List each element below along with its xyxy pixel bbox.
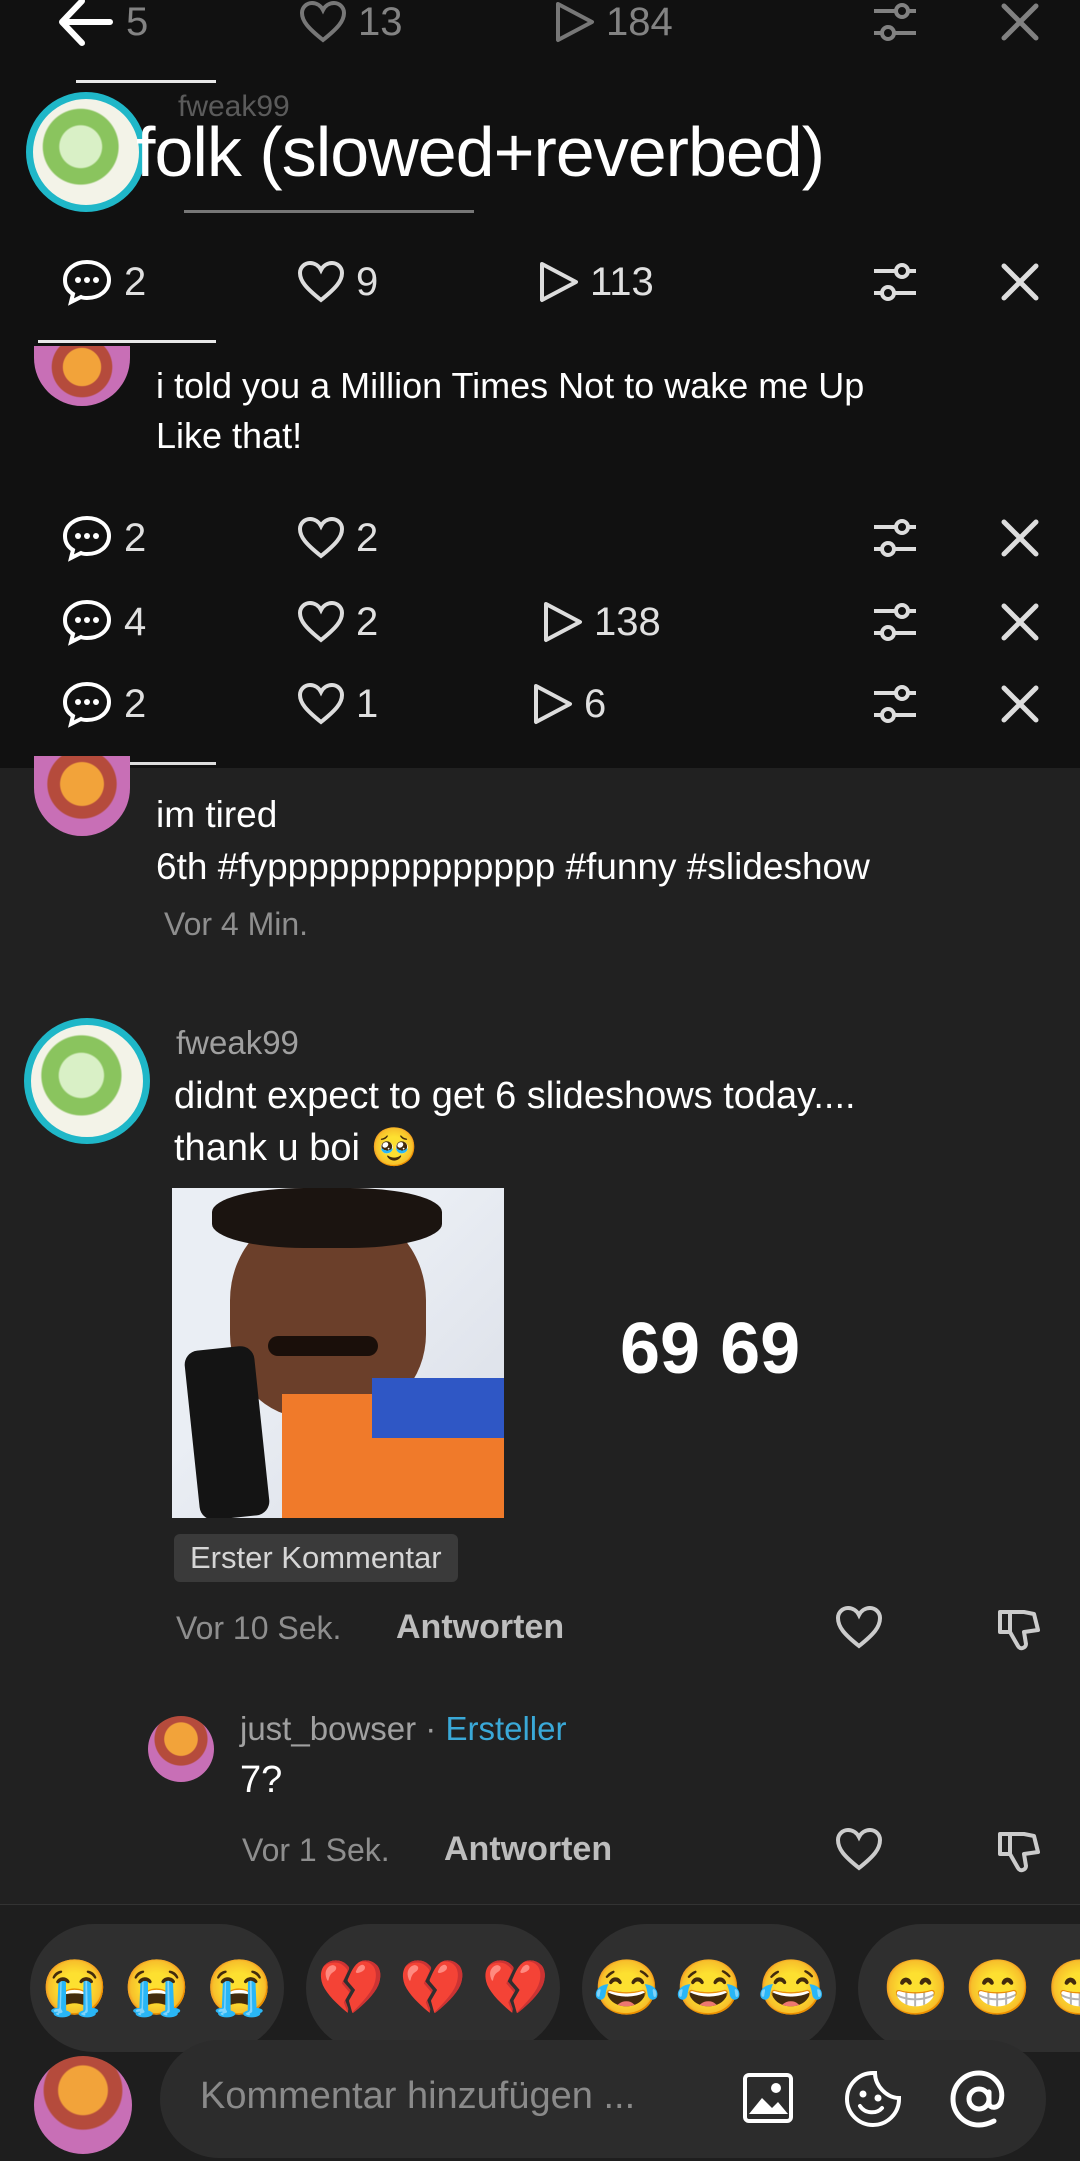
reply-time: Vor 1 Sek. bbox=[242, 1832, 390, 1868]
heart-icon[interactable] bbox=[834, 1826, 884, 1877]
commenter-avatar[interactable] bbox=[24, 1018, 150, 1144]
stacked-overlay: 5 13 184 fweak99 folk (slowed+reverbed) … bbox=[0, 0, 1080, 768]
like-stat[interactable]: 2 bbox=[296, 508, 378, 568]
comment-username[interactable]: fweak99 bbox=[176, 1024, 299, 1062]
heart-icon[interactable] bbox=[834, 1604, 884, 1655]
comment-input-placeholder: Kommentar hinzufügen ... bbox=[200, 2075, 636, 2117]
sliders-icon[interactable] bbox=[870, 592, 920, 652]
shirt-shape bbox=[372, 1378, 504, 1438]
comment-icon bbox=[62, 681, 112, 728]
caption-line: i told you a Million Times Not to wake m… bbox=[156, 365, 865, 406]
quick-emoji-crying[interactable]: 😭 😭 😭 bbox=[30, 1924, 284, 2052]
close-icon[interactable] bbox=[1000, 252, 1040, 312]
reply-username[interactable]: just_bowser bbox=[240, 1710, 416, 1747]
play-stat: 113 bbox=[536, 252, 654, 312]
avatar bbox=[34, 346, 130, 406]
separator: · bbox=[425, 1710, 437, 1747]
reply-header: just_bowser · Ersteller bbox=[240, 1710, 566, 1748]
comment-text: didnt expect to get 6 slideshows today..… bbox=[174, 1075, 856, 1117]
first-comment-badge: Erster Kommentar bbox=[174, 1534, 458, 1582]
quick-emoji-broken-heart[interactable]: 💔 💔 💔 bbox=[306, 1924, 560, 2052]
play-stat: 6 bbox=[530, 674, 606, 734]
mustache-shape bbox=[268, 1336, 378, 1356]
stats-row-2: 2 9 113 bbox=[0, 252, 1080, 312]
avatar bbox=[26, 92, 146, 212]
post-line: im tired bbox=[156, 794, 278, 835]
heart-icon bbox=[297, 600, 345, 643]
heart-icon bbox=[299, 0, 347, 43]
comment-stat[interactable]: 2 bbox=[60, 674, 146, 734]
heart-icon bbox=[297, 260, 345, 303]
stats-row-1: 5 13 184 bbox=[0, 0, 1080, 52]
divider bbox=[184, 210, 474, 213]
close-icon[interactable] bbox=[1000, 674, 1040, 734]
reply-button[interactable]: Antworten bbox=[444, 1830, 612, 1869]
comment-icon bbox=[62, 259, 112, 306]
comment-stat[interactable]: 4 bbox=[60, 592, 146, 652]
post-hashtags: 6th #fypppppppppppppp #funny #slideshow bbox=[156, 846, 870, 887]
play-icon bbox=[540, 262, 578, 302]
sliders-icon[interactable] bbox=[870, 674, 920, 734]
sliders-icon[interactable] bbox=[870, 508, 920, 568]
sliders-icon[interactable] bbox=[870, 252, 920, 312]
reply-avatar[interactable] bbox=[148, 1716, 214, 1782]
close-icon[interactable] bbox=[1000, 0, 1040, 52]
back-arrow-icon[interactable] bbox=[56, 0, 114, 52]
divider bbox=[38, 340, 216, 343]
creator-avatar[interactable] bbox=[34, 756, 130, 836]
like-stat[interactable]: 13 bbox=[298, 0, 403, 52]
like-stat[interactable]: 2 bbox=[296, 592, 378, 652]
user-avatar bbox=[34, 2056, 132, 2154]
play-icon bbox=[556, 2, 594, 42]
image-icon[interactable] bbox=[740, 2070, 796, 2131]
comment-stat[interactable]: 2 bbox=[60, 252, 146, 312]
stats-row-4: 4 2 138 bbox=[0, 592, 1080, 652]
mention-icon[interactable] bbox=[948, 2068, 1010, 2135]
emoji-icon[interactable] bbox=[842, 2068, 904, 2135]
reply-button[interactable]: Antworten bbox=[396, 1608, 564, 1647]
like-stat[interactable]: 9 bbox=[296, 252, 378, 312]
play-icon bbox=[534, 684, 572, 724]
post-time: Vor 4 Min. bbox=[164, 906, 309, 942]
close-icon[interactable] bbox=[1000, 592, 1040, 652]
play-stat: 138 bbox=[540, 592, 661, 652]
sliders-icon[interactable] bbox=[870, 0, 920, 52]
like-stat[interactable]: 1 bbox=[296, 674, 378, 734]
play-stat: 184 bbox=[552, 0, 673, 52]
sticker-image[interactable] bbox=[172, 1188, 504, 1518]
stats-row-3: 2 2 bbox=[0, 508, 1080, 568]
dislike-icon[interactable] bbox=[994, 1828, 1042, 1881]
comment-time: Vor 10 Sek. bbox=[176, 1610, 342, 1646]
overlay-title: folk (slowed+reverbed) bbox=[136, 113, 825, 191]
comment-text: thank u boi 🥹 bbox=[174, 1127, 418, 1169]
quick-emoji-grinning[interactable]: 😁 😁 😁 bbox=[858, 1924, 1080, 2052]
hair-shape bbox=[212, 1188, 442, 1248]
comment-stat[interactable]: 2 bbox=[60, 508, 146, 568]
caption-line: Like that! bbox=[156, 415, 303, 456]
comment-icon bbox=[62, 599, 112, 646]
stats-row-5: 2 1 6 bbox=[0, 674, 1080, 734]
heart-icon bbox=[297, 516, 345, 559]
divider bbox=[76, 80, 216, 83]
play-icon bbox=[544, 602, 582, 642]
heart-icon bbox=[297, 682, 345, 725]
comment-count: 5 bbox=[126, 0, 149, 44]
close-icon[interactable] bbox=[1000, 508, 1040, 568]
sticker-caption: 69 69 bbox=[620, 1309, 801, 1389]
quick-emoji-laughing[interactable]: 😂 😂 😂 bbox=[582, 1924, 836, 2052]
creator-tag: Ersteller bbox=[445, 1710, 567, 1747]
dislike-icon[interactable] bbox=[994, 1606, 1042, 1659]
comment-icon bbox=[62, 515, 112, 562]
reply-text: 7? bbox=[240, 1759, 283, 1801]
